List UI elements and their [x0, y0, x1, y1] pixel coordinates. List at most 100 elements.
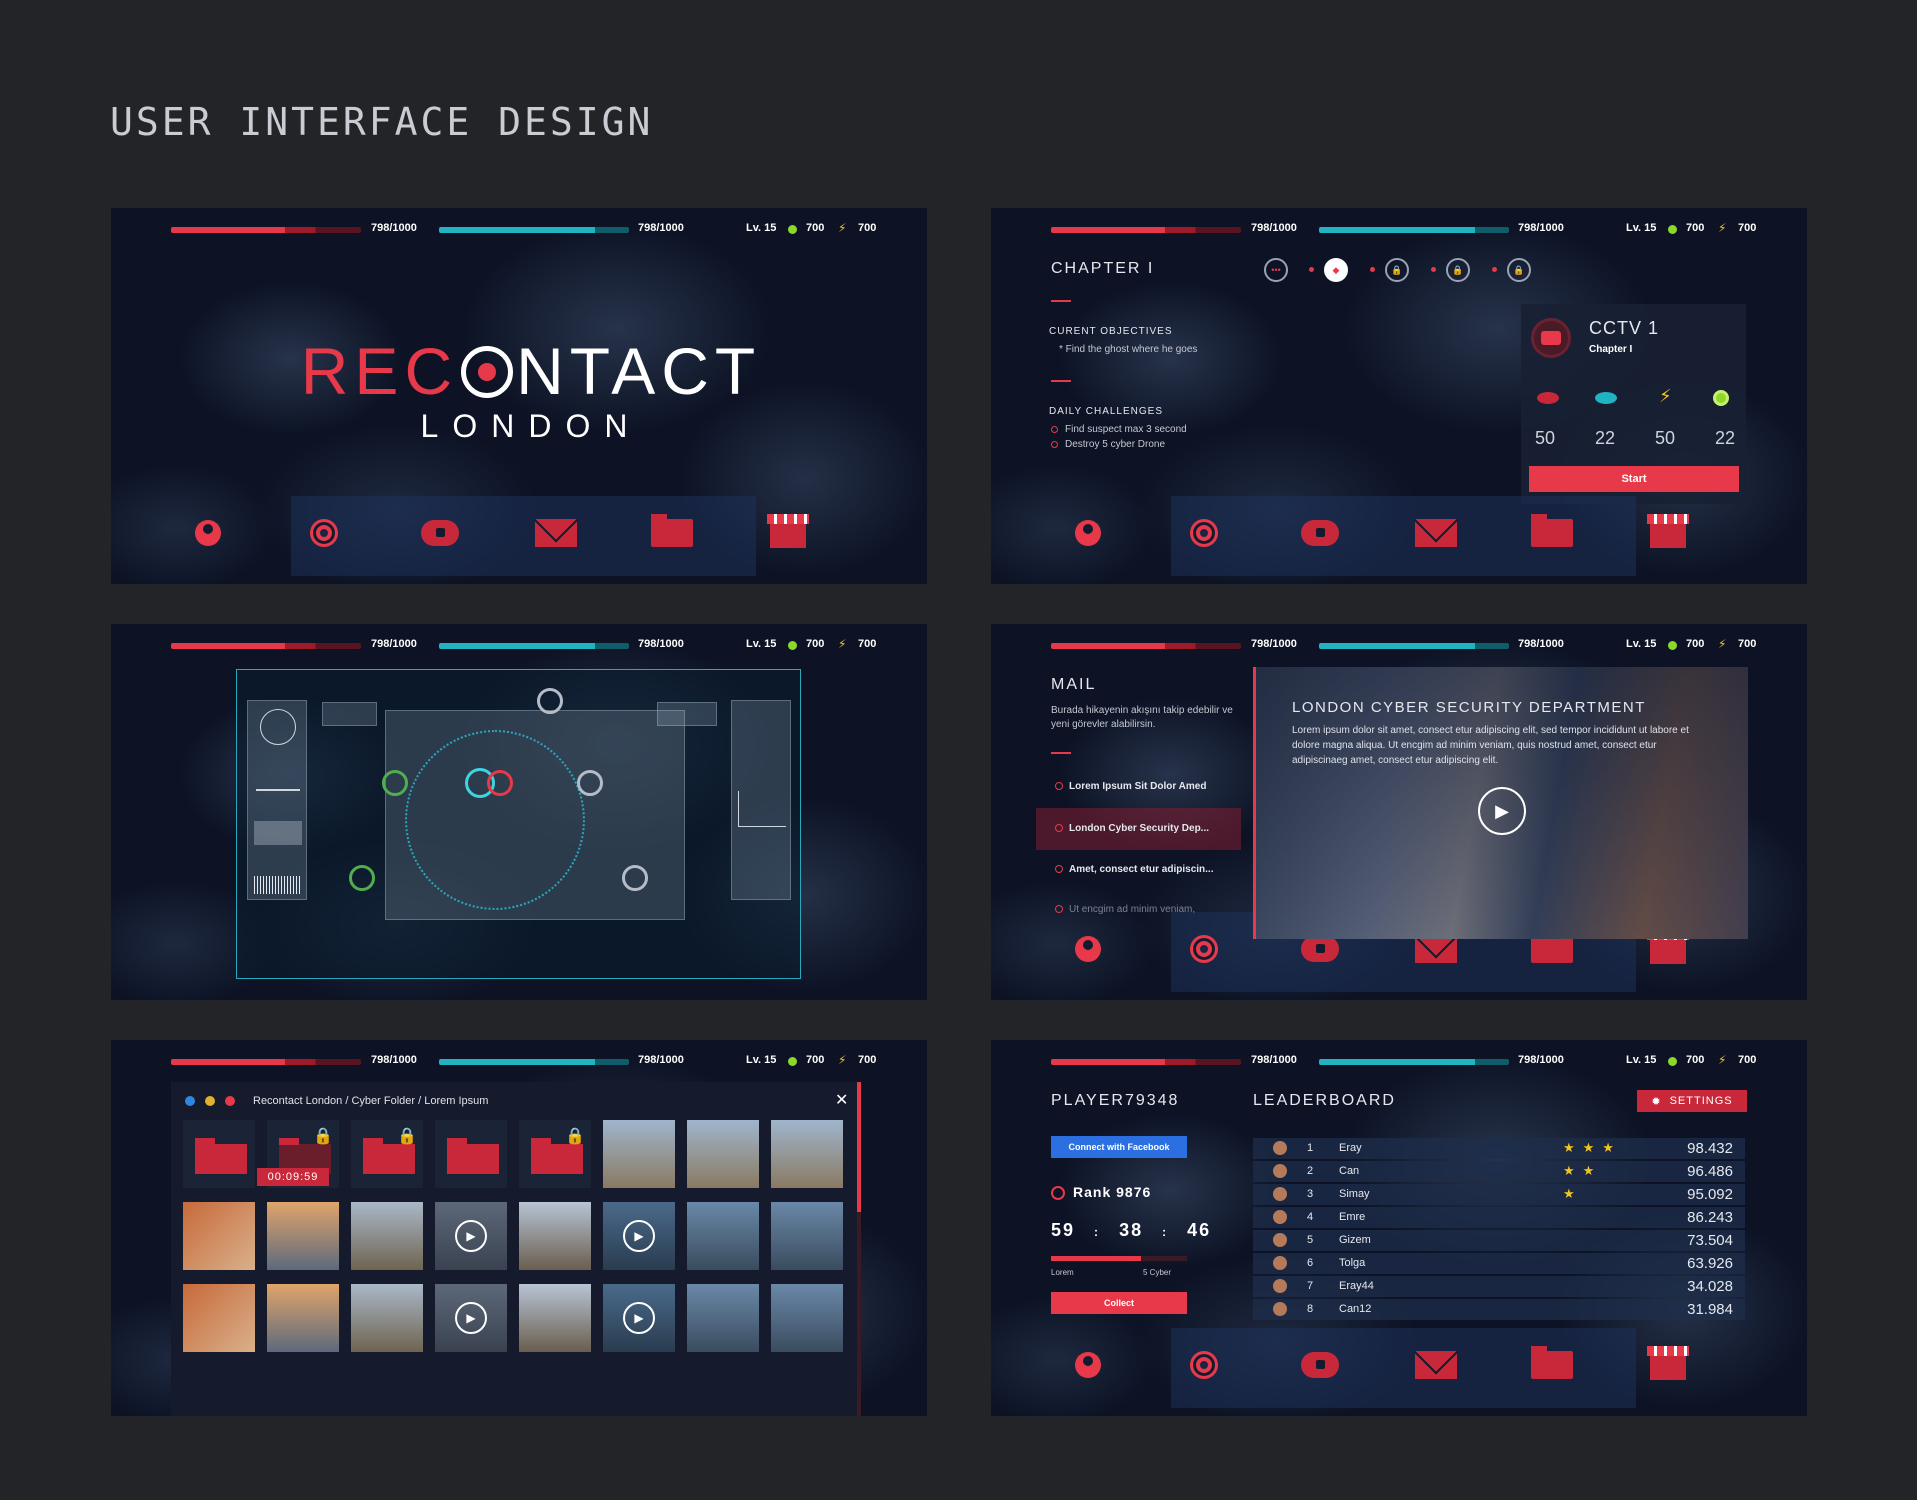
mail-item[interactable]: Lorem Ipsum Sit Dolor Amed	[1054, 781, 1206, 792]
profile-button[interactable]	[1063, 508, 1113, 558]
score-cell: 86.243	[1687, 1209, 1733, 1226]
bullet-icon	[1051, 441, 1058, 448]
title-screen-panel: 798/1000 798/1000 Lv. 15 700 ⚡ 700 REC NT…	[111, 208, 927, 584]
lock-button[interactable]	[415, 508, 465, 558]
energy-value: 798/1000	[1518, 222, 1564, 234]
table-row[interactable]: 5 Gizem 73.504	[1253, 1230, 1745, 1251]
breadcrumb: Recontact London / Cyber Folder / Lorem …	[253, 1095, 489, 1107]
photo-thumb[interactable]	[603, 1120, 675, 1188]
shop-button[interactable]	[763, 508, 813, 558]
play-icon[interactable]: ▶	[623, 1220, 655, 1252]
shop-button[interactable]	[1643, 1340, 1693, 1390]
folder-thumb[interactable]	[183, 1120, 255, 1188]
mail-title: MAIL	[1051, 676, 1097, 693]
photo-thumb[interactable]	[519, 1202, 591, 1270]
energy-value: 798/1000	[1518, 638, 1564, 650]
table-row[interactable]: 4 Emre 86.243	[1253, 1207, 1745, 1228]
profile-button[interactable]	[1063, 924, 1113, 974]
waypoint-grey[interactable]	[622, 865, 648, 891]
folder-button[interactable]	[1527, 1340, 1577, 1390]
chapter-node-locked[interactable]: 🔒	[1385, 258, 1409, 282]
mail-button[interactable]	[1411, 508, 1461, 558]
coin-icon	[788, 1057, 797, 1066]
coin-value: 700	[1686, 1054, 1705, 1066]
photo-thumb[interactable]	[771, 1120, 843, 1188]
table-row[interactable]: 2 Can ★★ 96.486	[1253, 1161, 1745, 1182]
play-icon[interactable]: ▶	[455, 1220, 487, 1252]
shop-button[interactable]	[1643, 508, 1693, 558]
missions-button[interactable]	[1179, 508, 1229, 558]
photo-thumb[interactable]	[183, 1284, 255, 1352]
table-row[interactable]: 6 Tolga 63.926	[1253, 1253, 1745, 1274]
mail-button[interactable]	[1411, 1340, 1461, 1390]
profile-button[interactable]	[1063, 1340, 1113, 1390]
video-thumb[interactable]: ▶	[435, 1284, 507, 1352]
scrollbar[interactable]	[857, 1082, 861, 1416]
mail-item[interactable]: Amet, consect etur adipiscin...	[1054, 864, 1213, 875]
photo-thumb[interactable]	[687, 1202, 759, 1270]
close-icon[interactable]: ✕	[835, 1090, 848, 1110]
lock-button[interactable]	[1295, 508, 1345, 558]
folder-button[interactable]	[1527, 508, 1577, 558]
photo-thumb[interactable]	[267, 1284, 339, 1352]
photo-thumb[interactable]	[687, 1284, 759, 1352]
photo-thumb[interactable]	[183, 1202, 255, 1270]
chapter-node-stars[interactable]: •••	[1264, 258, 1288, 282]
missions-button[interactable]	[1179, 924, 1229, 974]
photo-thumb[interactable]	[351, 1284, 423, 1352]
facebook-button[interactable]: Connect with Facebook	[1051, 1136, 1187, 1158]
level-label: Lv. 15	[1626, 638, 1657, 650]
video-thumb[interactable]: ▶	[435, 1202, 507, 1270]
play-icon[interactable]: ▶	[455, 1302, 487, 1334]
missions-button[interactable]	[299, 508, 349, 558]
folder-button[interactable]	[647, 508, 697, 558]
waypoint-green[interactable]	[382, 770, 408, 796]
bolt-value: 700	[1738, 1054, 1757, 1066]
collect-button[interactable]: Collect	[1051, 1292, 1187, 1314]
rank-cell: 7	[1307, 1280, 1314, 1292]
waypoint-green[interactable]	[349, 865, 375, 891]
folder-icon	[1531, 930, 1573, 963]
photo-thumb[interactable]	[267, 1202, 339, 1270]
coin-value: 700	[1686, 638, 1705, 650]
video-player[interactable]: LONDON CYBER SECURITY DEPARTMENT Lorem i…	[1253, 667, 1748, 939]
health-bar	[171, 1059, 361, 1065]
score-cell: 96.486	[1687, 1163, 1733, 1180]
mail-item-selected[interactable]: London Cyber Security Dep...	[1054, 823, 1209, 834]
table-row[interactable]: 1 Eray ★★★ 98.432	[1253, 1138, 1745, 1159]
card-subtitle: Chapter I	[1589, 344, 1633, 355]
video-title: LONDON CYBER SECURITY DEPARTMENT	[1292, 699, 1646, 716]
start-button[interactable]: Start	[1529, 466, 1739, 492]
folder-thumb-locked[interactable]: 🔒	[519, 1120, 591, 1188]
window-dot-red[interactable]	[225, 1096, 235, 1106]
chapter-node-locked[interactable]: 🔒	[1507, 258, 1531, 282]
profile-button[interactable]	[183, 508, 233, 558]
folder-thumb-locked[interactable]: 🔒	[351, 1120, 423, 1188]
photo-thumb[interactable]	[687, 1120, 759, 1188]
photo-thumb[interactable]	[351, 1202, 423, 1270]
waypoint-red[interactable]	[487, 770, 513, 796]
chapter-node-locked[interactable]: 🔒	[1446, 258, 1470, 282]
play-icon[interactable]: ▶	[623, 1302, 655, 1334]
chapter-node-cctv[interactable]: ◆	[1324, 258, 1348, 282]
window-dot-blue[interactable]	[185, 1096, 195, 1106]
play-icon[interactable]: ▶	[1478, 787, 1526, 835]
window-dot-yellow[interactable]	[205, 1096, 215, 1106]
video-thumb[interactable]: ▶	[603, 1202, 675, 1270]
avatar	[1273, 1302, 1287, 1316]
table-row[interactable]: 7 Eray44 34.028	[1253, 1276, 1745, 1297]
settings-button[interactable]: ✹ SETTINGS	[1637, 1090, 1747, 1112]
missions-button[interactable]	[1179, 1340, 1229, 1390]
waypoint-grey[interactable]	[577, 770, 603, 796]
waypoint-grey[interactable]	[537, 688, 563, 714]
folder-thumb[interactable]	[435, 1120, 507, 1188]
lock-button[interactable]	[1295, 1340, 1345, 1390]
photo-thumb[interactable]	[771, 1284, 843, 1352]
photo-thumb[interactable]	[519, 1284, 591, 1352]
table-row[interactable]: 8 Can12 31.984	[1253, 1299, 1745, 1320]
video-thumb[interactable]: ▶	[603, 1284, 675, 1352]
photo-thumb[interactable]	[771, 1202, 843, 1270]
mail-button[interactable]	[531, 508, 581, 558]
table-row[interactable]: 3 Simay ★ 95.092	[1253, 1184, 1745, 1205]
mail-item-faded[interactable]: Ut encgim ad minim veniam,	[1054, 904, 1195, 915]
